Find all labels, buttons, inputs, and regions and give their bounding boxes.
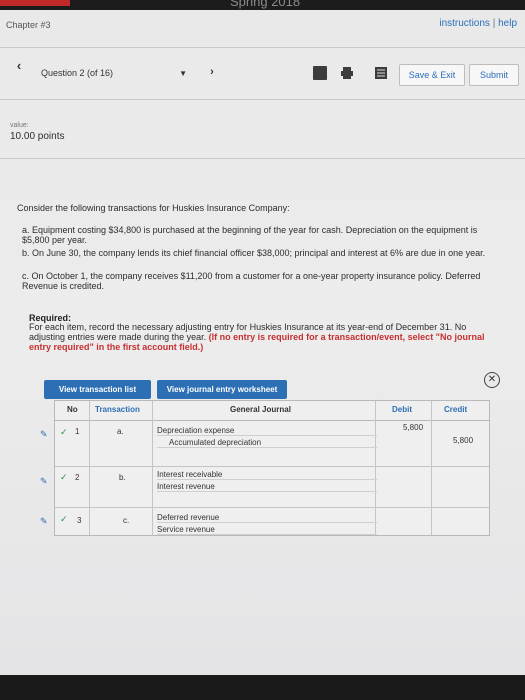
print-icon[interactable] [340,66,354,80]
header-debit: Debit [392,405,412,414]
question-select-label: Question 2 (of 16) [41,68,114,78]
column-divider [89,401,90,535]
debit-amount[interactable]: 5,800 [403,423,423,432]
debit-account-field[interactable]: Depreciation expense [157,425,377,436]
check-icon: ✓ [60,472,68,482]
row-no: 3 [77,516,82,525]
row-no: 2 [75,473,80,482]
transaction-a: a. Equipment costing $34,800 is purchase… [22,225,478,245]
monitor-bezel [0,675,525,700]
prev-question-button[interactable]: ‹ [10,57,28,75]
journal-table: No Transaction General Journal Debit Cre… [54,400,490,536]
links-separator: | [492,18,496,29]
help-links: instructions | help [439,18,517,29]
save-exit-button[interactable]: Save & Exit [399,64,465,86]
row-divider [55,507,489,508]
view-transaction-list-button[interactable]: View transaction list [44,380,151,399]
chapter-title: Chapter #3 [6,20,51,30]
required-text: For each item, record the necessary adju… [29,322,504,352]
row-divider [55,466,489,467]
chevron-left-icon: ‹ [16,58,22,73]
references-icon[interactable] [374,66,388,80]
header-credit: Credit [444,405,468,414]
credit-account-field[interactable]: Interest revenue [157,481,377,492]
brand-logo [0,0,70,6]
value-label: value: [10,122,29,129]
row-transaction: a. [117,427,124,436]
view-journal-worksheet-button[interactable]: View journal entry worksheet [157,380,287,399]
term-label: Spring 2018 [230,0,301,9]
column-divider [152,401,153,535]
instructions-link[interactable]: instructions [439,18,490,29]
check-icon: ✓ [60,427,68,437]
credit-amount[interactable]: 5,800 [453,436,473,445]
close-icon[interactable]: ✕ [484,372,500,388]
chevron-right-icon: › [210,66,214,78]
top-strip: Spring 2018 [0,0,525,10]
row-transaction: c. [123,516,130,525]
divider [0,99,525,100]
column-divider [431,401,432,535]
header-transaction: Transaction [95,405,140,414]
caret-down-icon: ▼ [179,68,187,78]
next-question-button[interactable]: › [205,66,219,80]
credit-account-field[interactable]: Service revenue [157,524,377,535]
transaction-c: c. On October 1, the company receives $1… [22,271,481,291]
credit-account-field[interactable]: Accumulated depreciation [157,437,377,448]
tablet-icon[interactable] [313,66,327,80]
header-general-journal: General Journal [230,405,291,414]
edit-icon[interactable]: ✎ [40,476,50,486]
help-link[interactable]: help [498,18,517,29]
submit-button[interactable]: Submit [469,64,519,86]
debit-account-field[interactable]: Deferred revenue [157,512,377,523]
row-transaction: b. [119,473,126,482]
value-points: 10.00 points [10,131,65,142]
divider [0,158,525,159]
divider [0,47,525,48]
check-icon: ✓ [60,514,68,524]
row-no: 1 [75,427,80,436]
edit-icon[interactable]: ✎ [40,516,50,526]
header-no: No [67,405,78,414]
debit-account-field[interactable]: Interest receivable [157,469,377,480]
edit-icon[interactable]: ✎ [40,429,50,439]
transaction-b: b. On June 30, the company lends its chi… [22,248,486,258]
question-intro: Consider the following transactions for … [17,203,290,213]
question-select[interactable]: Question 2 (of 16) ▼ [33,62,195,84]
